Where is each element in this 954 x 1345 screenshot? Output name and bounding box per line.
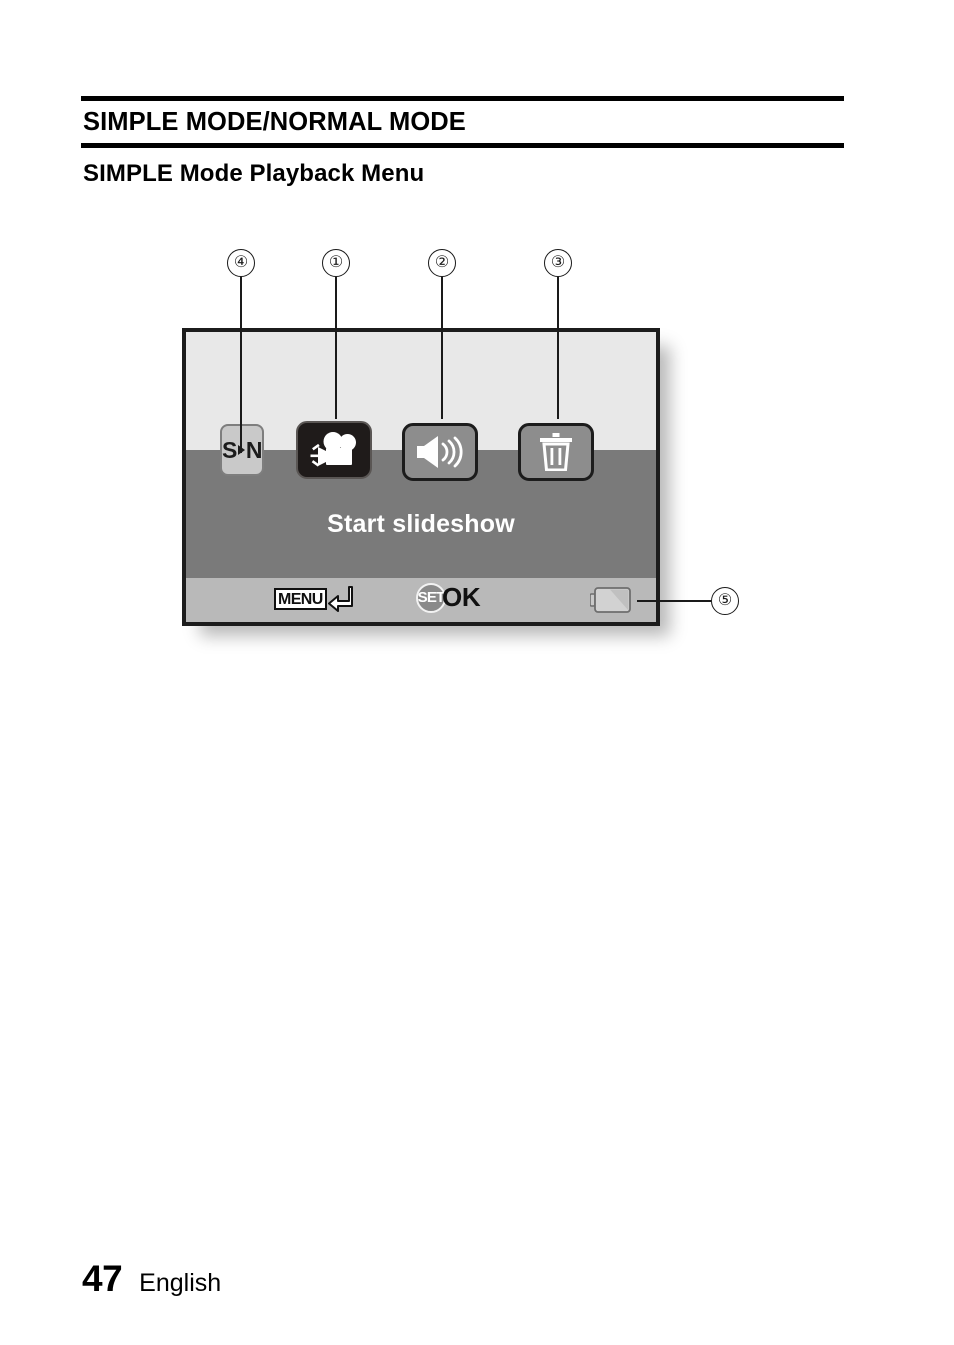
ok-label: OK: [442, 582, 481, 612]
subsection-title: SIMPLE Mode Playback Menu: [83, 160, 425, 187]
volume-tile[interactable]: [402, 423, 478, 481]
camera-lcd-screen: S N Start slideshow MENU SET OK: [182, 328, 660, 626]
set-ok-hint[interactable]: SET OK: [416, 582, 481, 613]
callout-5: ⑤: [711, 587, 739, 615]
callout-4: ④: [227, 249, 255, 277]
header-rule-bottom: [81, 142, 844, 148]
return-arrow-icon: [327, 586, 353, 612]
page-language: English: [139, 1269, 222, 1297]
menu-label: MENU: [274, 587, 327, 610]
page-header: SIMPLE MODE/NORMAL MODE: [81, 96, 844, 148]
delete-tile[interactable]: [518, 423, 594, 481]
leader-line-4: [239, 277, 243, 453]
callout-3: ③: [544, 249, 572, 277]
page-number: 47: [82, 1258, 123, 1299]
leader-line-3: [556, 277, 560, 419]
slideshow-tile[interactable]: [296, 421, 372, 479]
movie-camera-icon: [310, 432, 356, 467]
leader-line-1: [334, 277, 338, 419]
menu-back-hint[interactable]: MENU: [274, 585, 353, 612]
callout-1: ①: [322, 249, 350, 277]
page-footer: 47 English: [82, 1258, 221, 1300]
callout-2: ②: [428, 249, 456, 277]
battery-level-icon: [590, 587, 631, 613]
lcd-caption-text: Start slideshow: [327, 510, 515, 538]
speaker-volume-icon: [417, 436, 463, 468]
section-title: SIMPLE MODE/NORMAL MODE: [83, 108, 466, 136]
leader-line-5: [637, 599, 711, 603]
trash-delete-icon: [540, 433, 572, 471]
lcd-menu-icon-row: [186, 421, 656, 485]
leader-line-2: [440, 277, 444, 419]
